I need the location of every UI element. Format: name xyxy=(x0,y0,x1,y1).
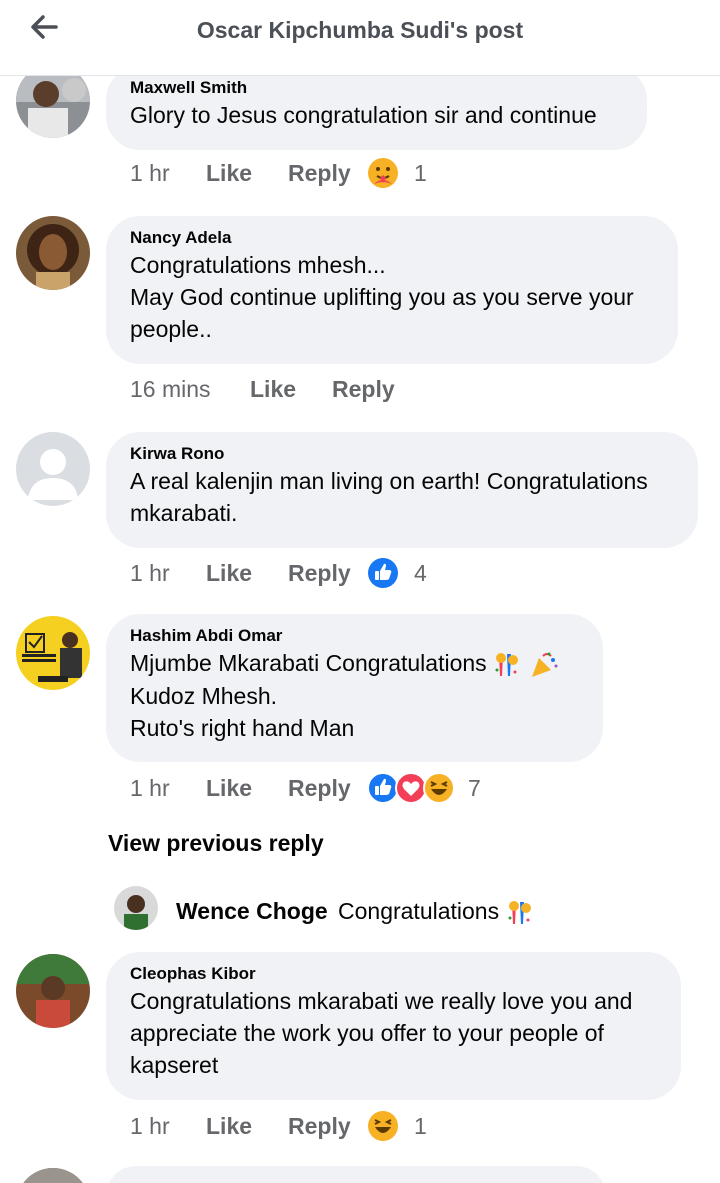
reply-button[interactable]: Reply xyxy=(288,560,351,587)
reaction-icons[interactable] xyxy=(366,1109,400,1143)
comment-text-line: Congratulations mkarabati we really love… xyxy=(130,988,633,1014)
reply-button[interactable]: Reply xyxy=(288,1113,351,1140)
comment-bubble: Nancy Adela Congratulations mhesh... May… xyxy=(106,216,678,364)
comment-actions: 1 hr Like Reply 1 xyxy=(130,1109,450,1145)
post-header: Oscar Kipchumba Sudi's post xyxy=(0,0,720,76)
comment-text: Congratulations mkarabati we really love… xyxy=(130,985,657,1081)
comment-text-line: A real kalenjin man living on earth! Con… xyxy=(130,468,648,494)
like-reaction-icon xyxy=(368,558,398,588)
reply-item: Wence Choge Congratulations xyxy=(114,884,674,932)
comment-text-line: Congratulations mhesh... xyxy=(130,252,386,278)
confetti-ball-icon xyxy=(495,652,519,676)
comment-text-line: mkarabati. xyxy=(130,500,238,526)
comment-text-line: appreciate the work you offer to your pe… xyxy=(130,1020,604,1046)
reaction-icons[interactable] xyxy=(366,556,400,590)
comment-actions: 1 hr Like Reply 4 xyxy=(130,556,450,592)
comment-author[interactable]: Hashim Abdi Omar xyxy=(130,625,579,647)
comment-actions: 1 hr Like Reply 1 xyxy=(130,156,450,192)
comment-bubble xyxy=(106,1166,606,1183)
reaction-count: 1 xyxy=(414,1113,427,1139)
comment-text-line: Mjumbe Mkarabati Congratulations xyxy=(130,647,579,680)
comment-time[interactable]: 16 mins xyxy=(130,376,211,403)
comment-text: A real kalenjin man living on earth! Con… xyxy=(130,465,674,529)
view-previous-reply-link[interactable]: View previous reply xyxy=(108,830,324,857)
reply-button[interactable]: Reply xyxy=(288,775,351,802)
avatar[interactable] xyxy=(16,432,90,506)
comment-text-line: people.. xyxy=(130,316,212,342)
like-button[interactable]: Like xyxy=(206,775,252,802)
avatar[interactable] xyxy=(16,1168,90,1183)
comment-text: Glory to Jesus congratulation sir and co… xyxy=(130,99,623,131)
reply-author[interactable]: Wence Choge xyxy=(176,898,328,925)
comment-author[interactable]: Cleophas Kibor xyxy=(130,963,657,985)
comment-bubble: Cleophas Kibor Congratulations mkarabati… xyxy=(106,952,681,1100)
comment-bubble: Maxwell Smith Glory to Jesus congratulat… xyxy=(106,66,647,150)
care-reaction-icon xyxy=(368,158,398,188)
avatar[interactable] xyxy=(114,886,158,930)
comment-text-line: kapseret xyxy=(130,1052,219,1078)
page-title: Oscar Kipchumba Sudi's post xyxy=(196,17,524,43)
comment-bubble: Kirwa Rono A real kalenjin man living on… xyxy=(106,432,698,548)
reaction-count: 7 xyxy=(468,775,481,801)
comment-author[interactable]: Nancy Adela xyxy=(130,227,654,249)
confetti-ball-icon xyxy=(508,901,531,924)
like-button[interactable]: Like xyxy=(206,560,252,587)
comment-text-line: Glory to Jesus congratulation sir and co… xyxy=(130,102,597,128)
like-button[interactable]: Like xyxy=(250,376,296,403)
avatar[interactable] xyxy=(16,616,90,690)
comment-text-line: Ruto's right hand Man xyxy=(130,714,355,741)
haha-reaction-icon xyxy=(423,772,455,804)
comment-text: Congratulations mhesh... May God continu… xyxy=(130,249,654,345)
reaction-count: 1 xyxy=(414,160,427,186)
reaction-icons[interactable] xyxy=(366,156,400,190)
like-button[interactable]: Like xyxy=(206,160,252,187)
comment-text-line: Kudoz Mhesh. xyxy=(130,682,278,709)
comment-time[interactable]: 1 hr xyxy=(130,1113,170,1140)
reply-button[interactable]: Reply xyxy=(288,160,351,187)
reaction-icons[interactable] xyxy=(366,771,456,805)
default-avatar-icon xyxy=(16,432,90,506)
comment-actions: 1 hr Like Reply 7 xyxy=(130,771,510,807)
reaction-count: 4 xyxy=(414,560,427,586)
party-popper-icon xyxy=(532,652,558,677)
avatar[interactable] xyxy=(16,954,90,1028)
reply-text: Congratulations xyxy=(338,898,536,928)
comment-time[interactable]: 1 hr xyxy=(130,160,170,187)
comment-bubble: Hashim Abdi Omar Mjumbe Mkarabati Congra… xyxy=(106,614,603,762)
reply-button[interactable]: Reply xyxy=(332,376,395,403)
comment-time[interactable]: 1 hr xyxy=(130,775,170,802)
comment-author[interactable]: Kirwa Rono xyxy=(130,443,674,465)
comment-text-line: May God continue uplifting you as you se… xyxy=(130,284,634,310)
comment-text: Mjumbe Mkarabati Congratulations Kudoz M… xyxy=(130,647,579,744)
comment-text-segment: Mjumbe Mkarabati Congratulations xyxy=(130,650,487,676)
avatar[interactable] xyxy=(16,216,90,290)
comment-author[interactable]: Maxwell Smith xyxy=(130,77,623,99)
comment-actions: 16 mins Like Reply xyxy=(130,372,430,408)
like-button[interactable]: Like xyxy=(206,1113,252,1140)
haha-reaction-icon xyxy=(368,1111,398,1141)
reply-text-segment: Congratulations xyxy=(338,898,500,925)
comment-time[interactable]: 1 hr xyxy=(130,560,170,587)
